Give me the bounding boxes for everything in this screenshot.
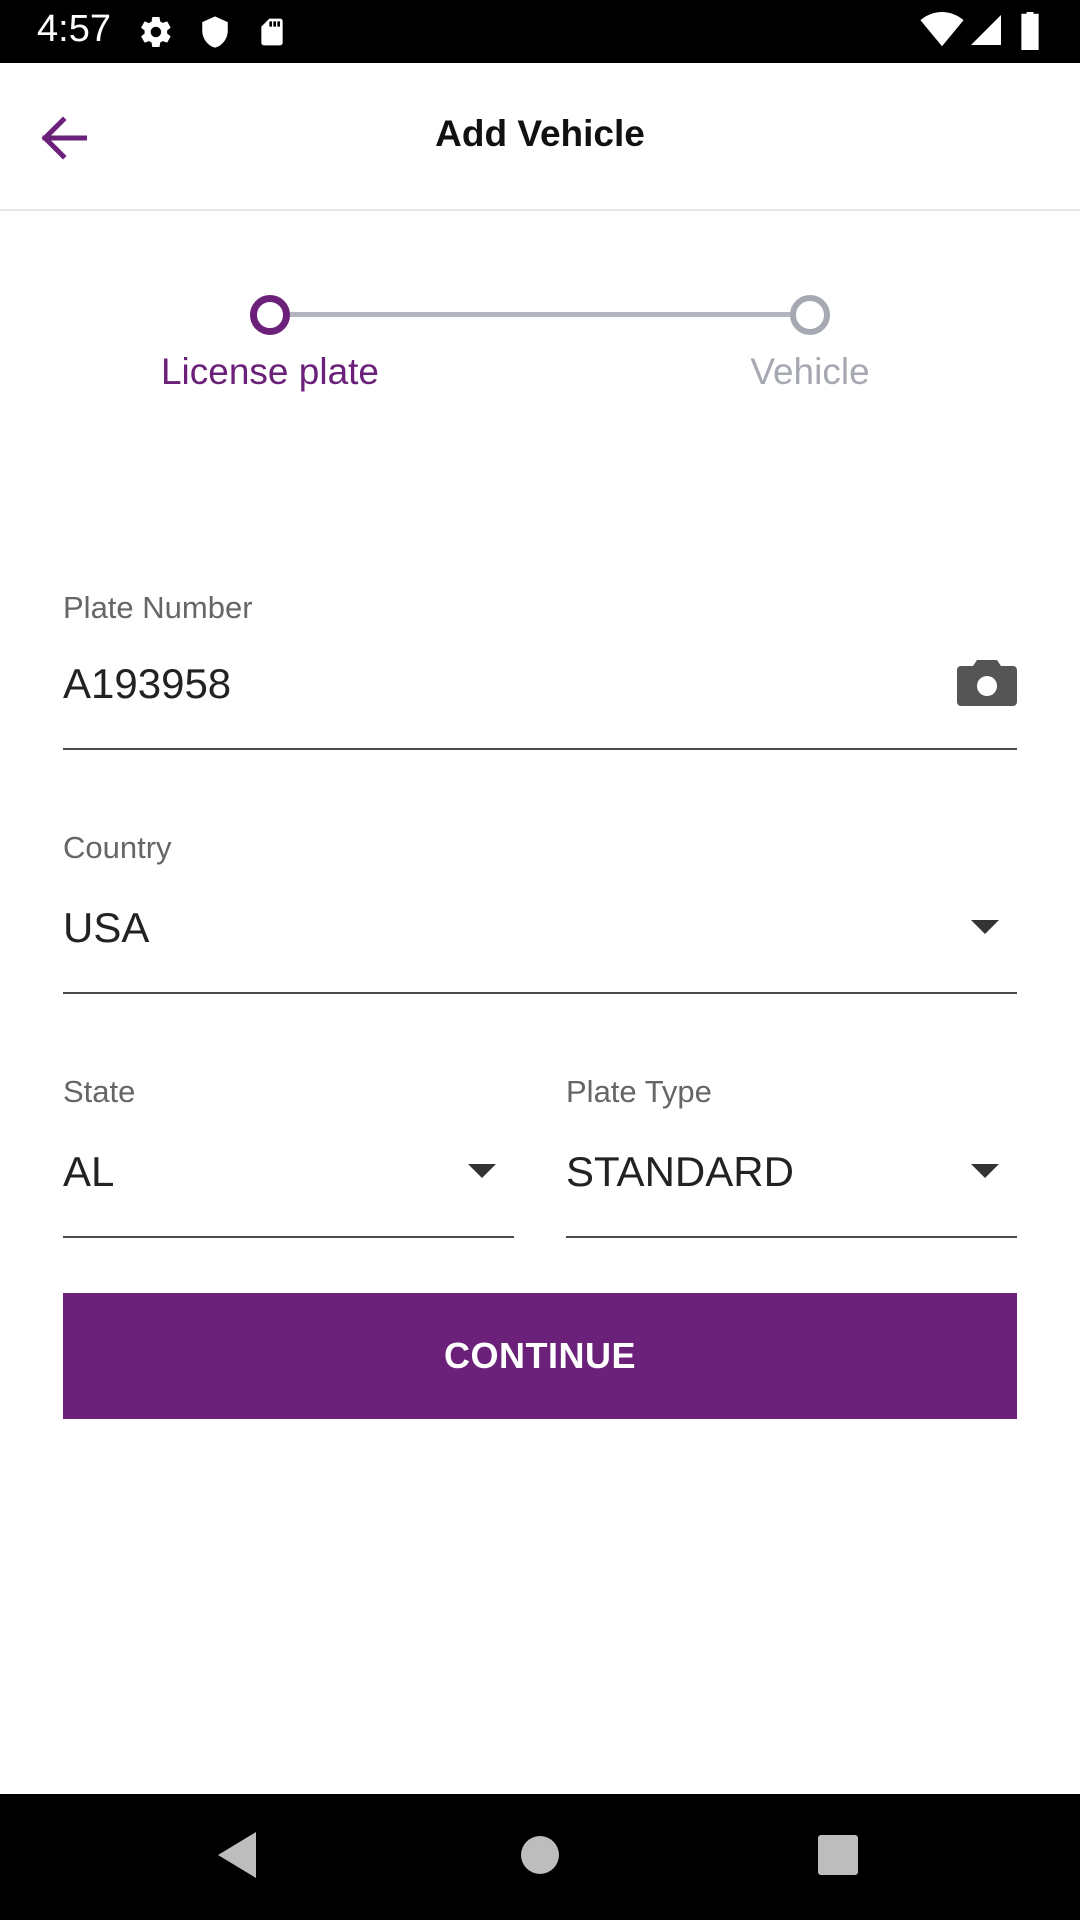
state-value: AL xyxy=(63,1148,115,1195)
camera-icon[interactable] xyxy=(957,660,1017,706)
chevron-down-icon xyxy=(468,1164,496,1178)
step-label-vehicle: Vehicle xyxy=(750,351,870,392)
plate-type-value: STANDARD xyxy=(566,1148,794,1195)
stepper-line xyxy=(270,312,810,317)
status-time: 4:57 xyxy=(37,8,111,50)
step-indicator-license-plate xyxy=(250,295,290,335)
shield-icon xyxy=(202,16,228,48)
continue-button[interactable]: CONTINUE xyxy=(63,1293,1017,1419)
gear-icon xyxy=(141,16,171,48)
status-bar: 4:57 xyxy=(0,0,1080,63)
cell-signal-icon xyxy=(971,15,1001,45)
state-label: State xyxy=(63,1074,136,1109)
state-field[interactable]: State AL xyxy=(63,1074,514,1238)
page-title: Add Vehicle xyxy=(435,113,645,154)
plate-number-input[interactable]: A193958 xyxy=(63,660,231,708)
plate-type-label: Plate Type xyxy=(566,1074,712,1109)
country-value: USA xyxy=(63,904,150,951)
plate-number-label: Plate Number xyxy=(63,590,253,625)
step-indicator-vehicle xyxy=(790,295,830,335)
app-bar: Add Vehicle xyxy=(0,63,1080,211)
back-triangle-icon[interactable] xyxy=(216,1830,258,1880)
system-nav-bar xyxy=(0,1794,1080,1920)
country-label: Country xyxy=(63,830,172,865)
home-circle-icon[interactable] xyxy=(518,1830,562,1880)
country-field[interactable]: Country USA xyxy=(63,830,1017,994)
step-label-license-plate: License plate xyxy=(160,351,380,392)
progress-stepper: License plate Vehicle xyxy=(0,211,1080,411)
plate-type-field[interactable]: Plate Type STANDARD xyxy=(566,1074,1017,1238)
recents-square-icon[interactable] xyxy=(816,1830,860,1880)
wifi-icon xyxy=(920,12,964,47)
chevron-down-icon xyxy=(971,920,999,934)
plate-number-field[interactable]: Plate Number A193958 xyxy=(63,590,1017,750)
battery-icon xyxy=(1021,12,1039,50)
sd-card-icon xyxy=(261,18,283,46)
chevron-down-icon xyxy=(971,1164,999,1178)
